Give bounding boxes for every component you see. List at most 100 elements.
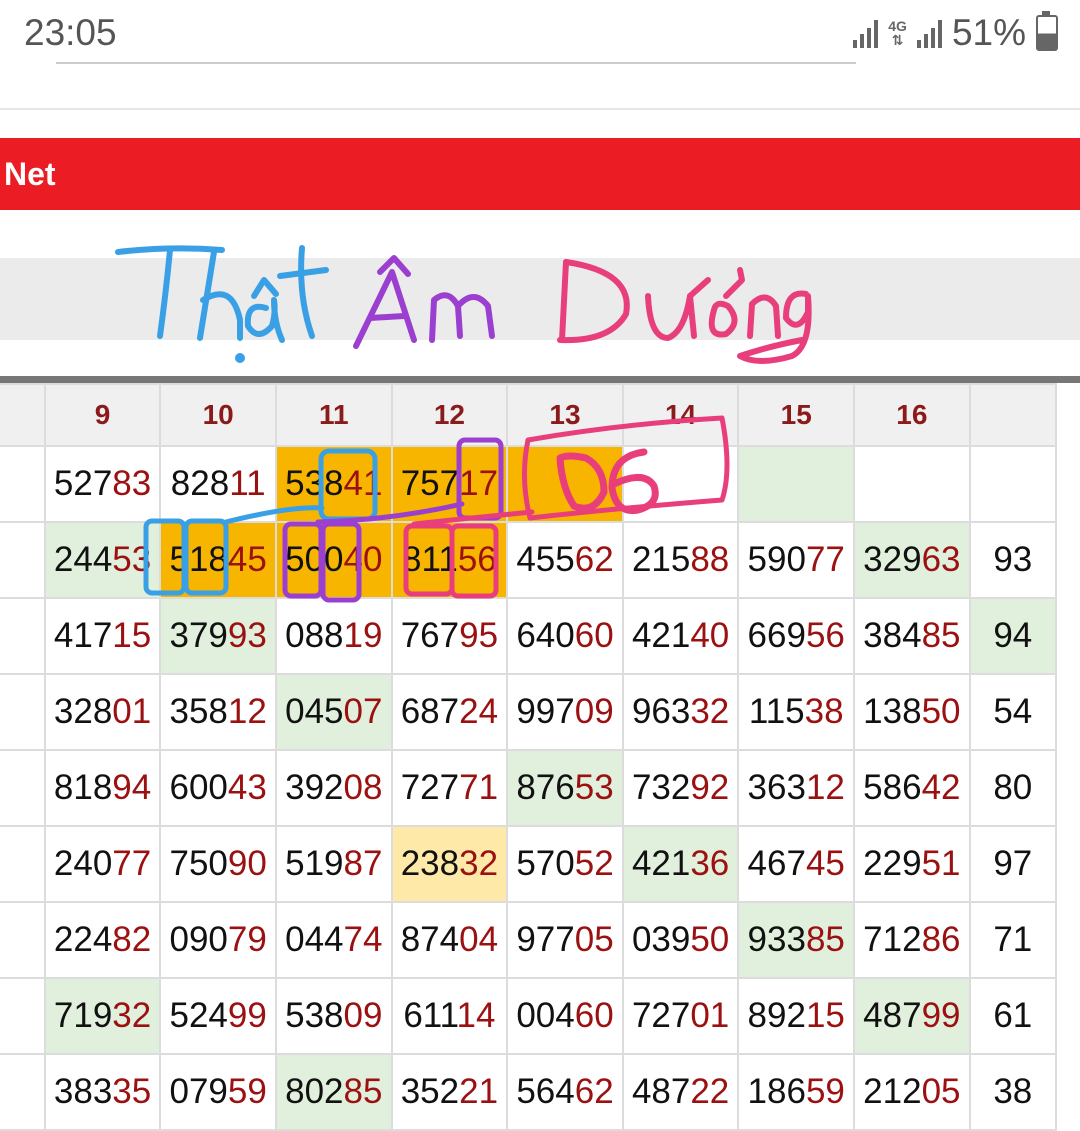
header-banner[interactable]: Net: [0, 138, 1080, 210]
cell-tail: 56: [805, 616, 845, 655]
table-cell: 87404: [390, 901, 509, 979]
cell-head: 417: [53, 616, 113, 655]
table-cell: 51987: [274, 825, 393, 903]
table-cell: 08819: [274, 597, 393, 675]
table-cell: [0, 977, 46, 1055]
table-cell: 96332: [621, 673, 740, 751]
cell-head: 538: [285, 464, 344, 503]
table-row: 71932 52499 53809 61114 00460 72701 89215 48799…: [0, 977, 1058, 1055]
cell-head: 93: [993, 540, 1033, 579]
table-cell: [621, 445, 740, 523]
cell-head: 421: [631, 616, 691, 655]
cell-head: 732: [631, 768, 691, 807]
cell-tail: 05: [921, 1072, 961, 1111]
table-cell: 71286: [853, 901, 971, 979]
cell-tail: 95: [459, 616, 499, 655]
cell-tail: 40: [343, 540, 383, 579]
cell-tail: 77: [112, 844, 152, 883]
column-header[interactable]: [0, 383, 46, 447]
cell-head: 54: [993, 692, 1033, 731]
cell-tail: 32: [112, 996, 152, 1035]
cell-tail: 07: [343, 692, 383, 731]
battery-percent: 51%: [951, 12, 1026, 53]
table-cell: 56462: [506, 1053, 624, 1131]
column-header[interactable]: 15: [737, 383, 856, 447]
table-cell: 94: [968, 597, 1058, 675]
cell-head: 384: [863, 616, 922, 655]
cell-tail: 24: [459, 692, 499, 731]
cell-tail: 22: [690, 1072, 730, 1111]
cell-tail: 21: [459, 1072, 499, 1111]
results-table: 9 10 11 12 13 14 15 16 52783 82811 53841 75717 2445…: [0, 383, 1058, 1131]
column-header[interactable]: 9: [43, 383, 162, 447]
table-top-border: [0, 376, 1080, 383]
cell-head: 727: [400, 768, 460, 807]
table-cell: [0, 673, 46, 751]
cell-tail: 71: [459, 768, 499, 807]
cell-head: 487: [863, 996, 922, 1035]
cell-head: 500: [285, 540, 344, 579]
table-cell: 38335: [43, 1053, 162, 1131]
cell-head: 640: [516, 616, 575, 655]
cell-head: 586: [863, 768, 922, 807]
column-header[interactable]: 10: [159, 383, 277, 447]
column-header[interactable]: 14: [621, 383, 740, 447]
cell-tail: 36: [690, 844, 730, 883]
column-header[interactable]: 11: [274, 383, 393, 447]
column-header[interactable]: 12: [390, 383, 509, 447]
column-header[interactable]: 16: [853, 383, 971, 447]
cell-tail: 94: [112, 768, 152, 807]
cell-tail: 83: [112, 464, 152, 503]
column-header[interactable]: 13: [506, 383, 624, 447]
table-cell: 89215: [737, 977, 856, 1055]
cell-tail: 86: [921, 920, 961, 959]
column-header[interactable]: [968, 383, 1058, 447]
cell-head: 669: [747, 616, 806, 655]
cell-tail: 50: [690, 920, 730, 959]
table-cell: 71: [968, 901, 1058, 979]
cell-tail: 09: [574, 692, 614, 731]
table-row: 41715 37993 08819 76795 64060 42140 66956 38485…: [0, 597, 1058, 675]
table-cell: 72771: [390, 749, 509, 827]
cell-tail: 01: [112, 692, 152, 731]
table-cell: 82811: [159, 445, 277, 523]
table-cell: [0, 445, 46, 523]
table-cell: 41715: [43, 597, 162, 675]
table-cell: 81156: [390, 521, 509, 599]
cell-tail: 14: [456, 996, 496, 1035]
table-cell: 22482: [43, 901, 162, 979]
cell-head: 352: [400, 1072, 460, 1111]
cell-tail: 87: [343, 844, 383, 883]
table-cell: [0, 1053, 46, 1131]
cell-tail: 15: [112, 616, 152, 655]
table-cell: 75090: [159, 825, 277, 903]
cell-head: 892: [747, 996, 806, 1035]
cell-tail: 08: [343, 768, 383, 807]
cell-head: 564: [516, 1072, 575, 1111]
cell-head: 215: [631, 540, 691, 579]
cell-tail: 50: [921, 692, 961, 731]
table-cell: 66956: [737, 597, 856, 675]
cell-head: 802: [285, 1072, 344, 1111]
table-cell: 36312: [737, 749, 856, 827]
cell-head: 828: [170, 464, 230, 503]
cell-tail: 15: [805, 996, 845, 1035]
table-cell: 42140: [621, 597, 740, 675]
cell-head: 997: [516, 692, 575, 731]
table-cell: 59077: [737, 521, 856, 599]
cell-tail: 51: [921, 844, 961, 883]
table-cell: 24453: [43, 521, 162, 599]
network-type-icon: 4G ⇅: [888, 18, 907, 48]
table-row: 38335 07959 80285 35221 56462 48722 18659 21205…: [0, 1053, 1058, 1131]
cell-head: 61: [993, 996, 1033, 1035]
cell-head: 687: [400, 692, 460, 731]
table-cell: 48799: [853, 977, 971, 1055]
table-cell: 71932: [43, 977, 162, 1055]
cell-head: 38: [993, 1072, 1033, 1111]
table-row: 52783 82811 53841 75717: [0, 445, 1058, 523]
signal-icon: [853, 18, 879, 48]
cell-head: 719: [53, 996, 113, 1035]
cell-tail: 12: [227, 692, 267, 731]
table-cell: 24077: [43, 825, 162, 903]
table-cell: 80: [968, 749, 1058, 827]
